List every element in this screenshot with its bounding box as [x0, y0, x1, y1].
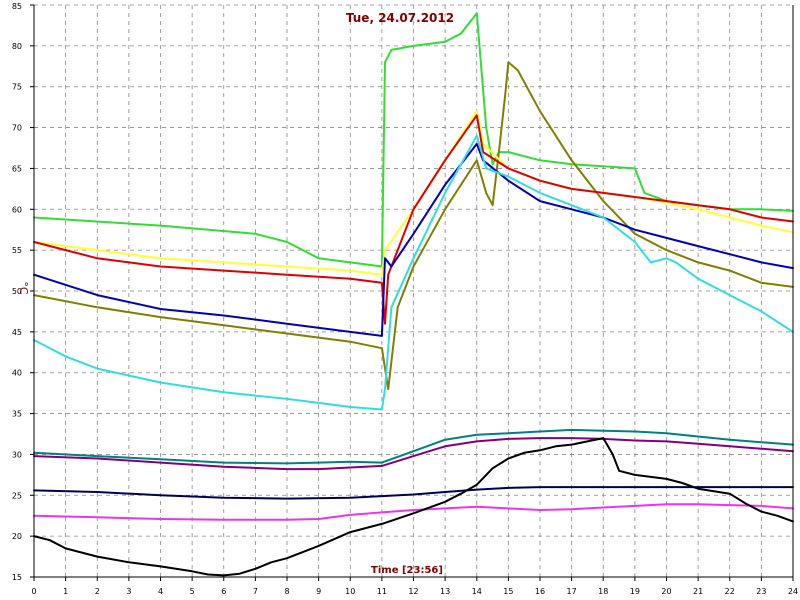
x-tick-label: 9	[316, 587, 321, 596]
x-tick-label: 16	[535, 587, 545, 596]
y-tick-label: 65	[12, 164, 22, 173]
x-tick-label: 0	[31, 587, 36, 596]
x-tick-label: 8	[284, 587, 289, 596]
x-tick-label: 18	[598, 587, 608, 596]
y-axis-title: °C	[17, 281, 30, 295]
x-tick-label: 13	[440, 587, 450, 596]
x-tick-label: 4	[158, 587, 163, 596]
x-tick-label: 5	[190, 587, 195, 596]
x-tick-label: 14	[472, 587, 482, 596]
y-tick-label: 85	[12, 2, 22, 11]
x-axis-title: Time [23:56]	[371, 565, 443, 576]
x-tick-label: 17	[567, 587, 577, 596]
x-tick-label: 24	[788, 587, 798, 596]
x-tick-label: 10	[345, 587, 355, 596]
x-tick-label: 12	[408, 587, 418, 596]
line-chart: 0 1 2 3 4 5 6 7 8 9 10 11 12 13 14 15 16 17 18 19 20 21 22 23 24…	[0, 0, 800, 600]
x-tick-label: 15	[503, 587, 513, 596]
y-tick-label: 75	[12, 83, 22, 92]
y-tick-label: 80	[12, 42, 22, 51]
y-tick-label: 15	[12, 573, 22, 582]
y-tick-label: 30	[12, 450, 22, 459]
x-tick-label: 2	[95, 587, 100, 596]
x-tick-label: 6	[221, 587, 226, 596]
y-tick-label: 60	[12, 205, 22, 214]
x-tick-label: 21	[693, 587, 703, 596]
y-tick-label: 70	[12, 124, 22, 133]
x-tick-label: 22	[725, 587, 735, 596]
chart-title: Tue, 24.07.2012	[346, 11, 454, 25]
y-tick-label: 35	[12, 410, 22, 419]
x-tick-label: 11	[377, 587, 387, 596]
x-tick-label: 7	[253, 587, 258, 596]
y-tick-label: 55	[12, 246, 22, 255]
x-tick-label: 23	[756, 587, 766, 596]
x-tick-label: 20	[661, 587, 671, 596]
x-tick-label: 19	[630, 587, 640, 596]
y-tick-label: 40	[12, 369, 22, 378]
y-tick-label: 25	[12, 491, 22, 500]
x-tick-label: 1	[63, 587, 68, 596]
x-tick-label: 3	[126, 587, 131, 596]
y-tick-label: 45	[12, 328, 22, 337]
y-tick-label: 20	[12, 532, 22, 541]
